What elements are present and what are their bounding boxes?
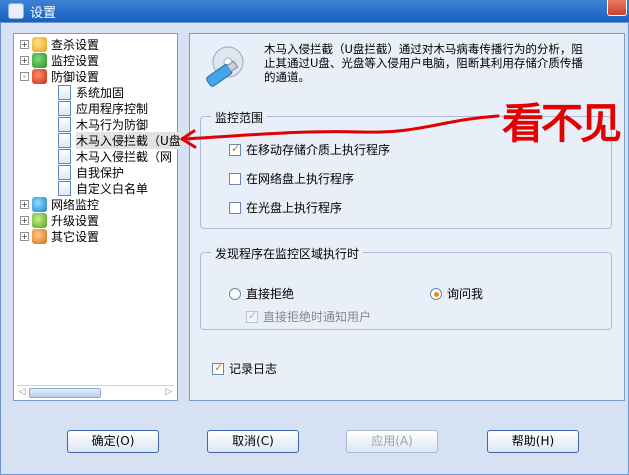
app-icon: [8, 3, 24, 19]
network-drive-checkbox[interactable]: [229, 172, 241, 185]
scroll-left-icon[interactable]: ◁: [17, 387, 27, 398]
optical-disc-option[interactable]: 在光盘上执行程序: [229, 199, 342, 216]
log-label: 记录日志: [229, 362, 278, 376]
log-option[interactable]: 记录日志: [212, 360, 277, 377]
log-checkbox[interactable]: [212, 361, 224, 375]
horizontal-scrollbar[interactable]: ◁ ▷: [17, 385, 174, 399]
tree-item-label: 升级设置: [51, 213, 100, 228]
page-icon: [58, 164, 71, 180]
network-drive-label: 在网络盘上执行程序: [246, 172, 355, 186]
scope-group-title: 监控范围: [211, 109, 268, 126]
tree-item-label: 自我保护: [76, 165, 125, 180]
tree-item-self-protect[interactable]: 自我保护: [58, 164, 124, 180]
upgrade-icon: [32, 212, 47, 228]
page-icon: [58, 84, 71, 100]
tree-item-label: 木马入侵拦截（U盘: [76, 131, 181, 149]
page-icon: [58, 180, 71, 196]
removable-media-checkbox[interactable]: [229, 142, 241, 156]
notify-option: 直接拒绝时通知用户: [246, 308, 371, 325]
page-icon: [58, 100, 71, 116]
tree-item-label: 防御设置: [51, 69, 100, 84]
optical-disc-label: 在光盘上执行程序: [246, 201, 343, 215]
page-icon: [58, 132, 71, 148]
tree-item-system-hardening[interactable]: 系统加固: [58, 84, 124, 100]
tree-item-net-intercept[interactable]: 木马入侵拦截（网: [58, 148, 172, 164]
tree-item-label: 木马入侵拦截（网: [76, 149, 173, 164]
tree-item-app-control[interactable]: 应用程序控制: [58, 100, 148, 116]
annotation-text: 看不见: [502, 99, 622, 148]
tree-item-defense-settings[interactable]: - 防御设置: [20, 68, 99, 84]
tree-item-network-monitor[interactable]: + 网络监控: [20, 196, 99, 212]
removable-media-option[interactable]: 在移动存储介质上执行程序: [229, 141, 390, 158]
settings-tree: + 查杀设置 + 监控设置 - 防御设置 系统加固 应用程序控制 木马行为防御 …: [13, 33, 181, 401]
usb-drive-icon: [206, 46, 244, 87]
tree-item-label: 自定义白名单: [76, 181, 149, 196]
window-title: 设置: [30, 5, 57, 21]
close-icon[interactable]: [607, 0, 627, 16]
action-group-title: 发现程序在监控区域执行时: [211, 245, 364, 262]
tree-item-label: 其它设置: [51, 229, 100, 244]
tree-item-other-settings[interactable]: + 其它设置: [20, 228, 99, 244]
tree-item-monitor-settings[interactable]: + 监控设置: [20, 52, 99, 68]
ok-button[interactable]: 确定(O): [67, 430, 159, 453]
globe-icon: [32, 196, 47, 212]
tree-item-label: 网络监控: [51, 197, 100, 212]
cancel-button[interactable]: 取消(C): [207, 430, 299, 453]
page-icon: [58, 116, 71, 132]
tree-item-upgrade-settings[interactable]: + 升级设置: [20, 212, 99, 228]
action-group: 发现程序在监控区域执行时 直接拒绝 询问我 直接拒绝时通知用户: [200, 245, 612, 330]
expand-icon[interactable]: +: [20, 55, 29, 65]
reject-option[interactable]: 直接拒绝: [229, 285, 294, 302]
tree-item-trojan-behavior[interactable]: 木马行为防御: [58, 116, 148, 132]
notify-checkbox: [246, 309, 258, 323]
tree-item-label: 系统加固: [76, 85, 125, 100]
ask-radio[interactable]: [430, 287, 442, 300]
scroll-thumb[interactable]: [29, 388, 101, 398]
expand-icon[interactable]: +: [20, 199, 29, 209]
ask-option[interactable]: 询问我: [430, 285, 483, 302]
tree-item-label: 木马行为防御: [76, 117, 149, 132]
tree-item-whitelist[interactable]: 自定义白名单: [58, 180, 148, 196]
tree-item-label: 查杀设置: [51, 37, 100, 52]
scroll-right-icon[interactable]: ▷: [164, 387, 174, 398]
settings-panel: 木马入侵拦截（U盘拦截）通过对木马病毒传播行为的分析，阻止其通过U盘、光盘等入侵…: [189, 33, 625, 401]
optical-disc-checkbox[interactable]: [229, 201, 241, 214]
gear-icon: [32, 228, 47, 244]
page-icon: [58, 148, 71, 164]
tree-item-label: 监控设置: [51, 53, 100, 68]
tree-item-scan-settings[interactable]: + 查杀设置: [20, 36, 99, 52]
expand-icon[interactable]: +: [20, 215, 29, 225]
shield-icon: [32, 68, 47, 84]
feature-description: 木马入侵拦截（U盘拦截）通过对木马病毒传播行为的分析，阻止其通过U盘、光盘等入侵…: [264, 42, 583, 84]
help-button[interactable]: 帮助(H): [487, 430, 579, 453]
expand-icon[interactable]: +: [20, 39, 29, 49]
notify-label: 直接拒绝时通知用户: [263, 310, 372, 324]
expand-icon[interactable]: +: [20, 231, 29, 241]
reject-radio[interactable]: [229, 287, 241, 300]
title-bar: 设置: [0, 0, 629, 22]
network-drive-option[interactable]: 在网络盘上执行程序: [229, 170, 354, 187]
collapse-icon[interactable]: -: [20, 71, 29, 81]
tree-item-usb-intercept[interactable]: 木马入侵拦截（U盘: [58, 131, 181, 149]
apply-button: 应用(A): [346, 430, 438, 453]
tree-item-label: 应用程序控制: [76, 101, 149, 116]
ask-label: 询问我: [447, 287, 484, 301]
removable-media-label: 在移动存储介质上执行程序: [246, 143, 391, 157]
search-icon: [32, 36, 47, 52]
monitor-icon: [32, 52, 47, 68]
reject-label: 直接拒绝: [246, 287, 295, 301]
